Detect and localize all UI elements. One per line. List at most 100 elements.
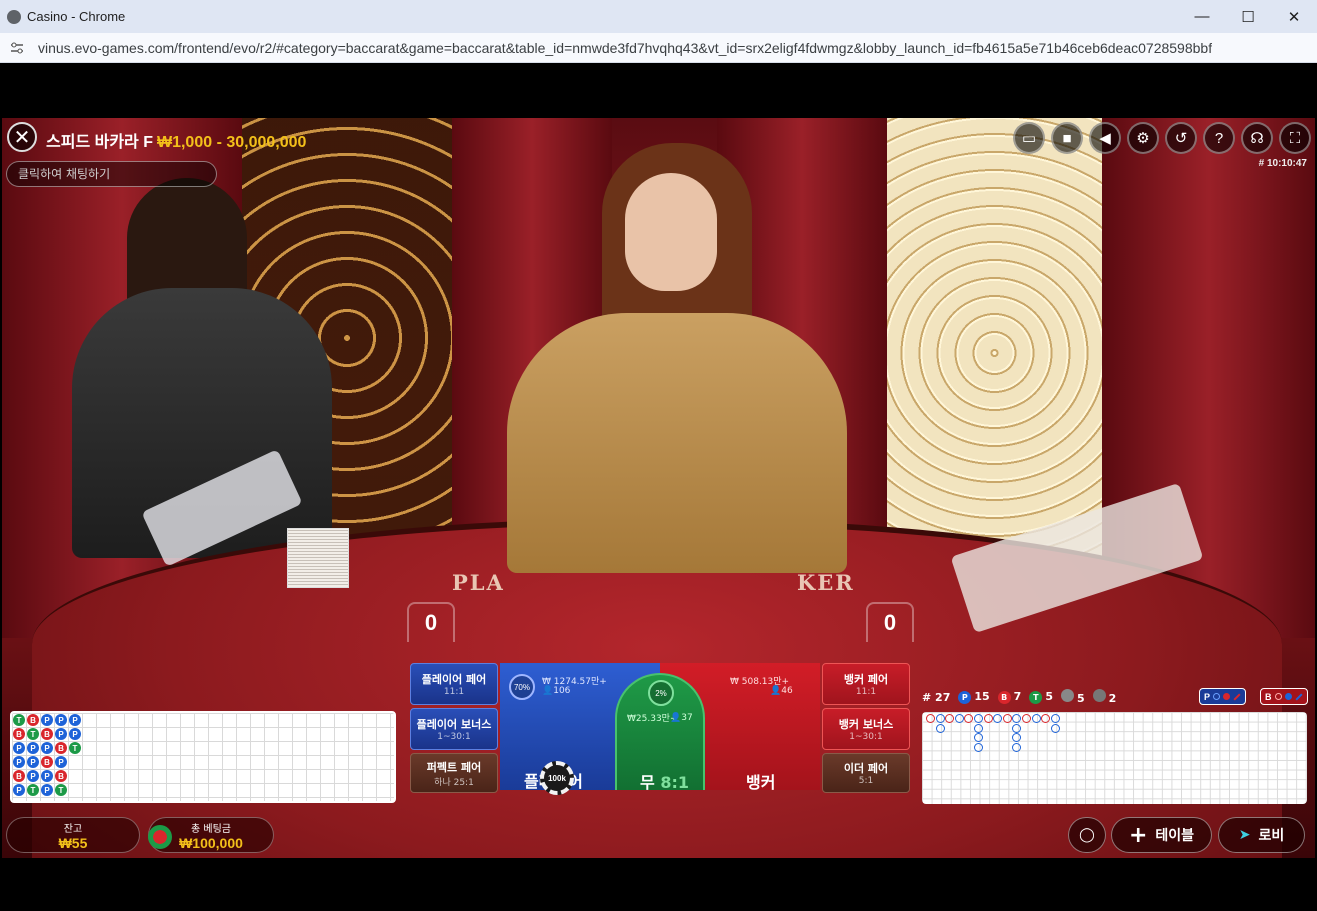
bead-B: B bbox=[41, 756, 53, 768]
support-icon[interactable]: ☊ bbox=[1241, 122, 1273, 154]
player-ring bbox=[935, 723, 945, 733]
volume-icon[interactable]: ◀ bbox=[1089, 122, 1121, 154]
window-titlebar: Casino - Chrome — ☐ ✕ bbox=[0, 0, 1317, 33]
tables-button[interactable]: + 테이블 bbox=[1111, 817, 1212, 853]
bead-B: B bbox=[55, 742, 67, 754]
bet-payout: 1~30:1 bbox=[437, 732, 471, 742]
plus-icon: + bbox=[1128, 822, 1148, 848]
big-road[interactable] bbox=[922, 712, 1307, 804]
bet-label: 플레이어 페어 bbox=[421, 673, 487, 686]
player-score: 0 bbox=[407, 602, 455, 642]
round-count: # 27 bbox=[922, 690, 951, 704]
bet-banker-pair[interactable]: 뱅커 페어 11:1 bbox=[822, 663, 910, 705]
chat-toggle-button[interactable]: ◯ bbox=[1068, 817, 1106, 853]
top-controls: ▭ ■ ◀ ⚙ ↺ ? ☊ ⛶ bbox=[1013, 122, 1311, 154]
banker-dot-icon: B bbox=[997, 691, 1011, 704]
pair-dot-icon bbox=[1060, 689, 1074, 702]
player-count: 106 bbox=[553, 686, 571, 696]
player-ring bbox=[1012, 714, 1022, 723]
url-text[interactable]: vinus.evo-games.com/frontend/evo/r2/#cat… bbox=[38, 40, 1212, 56]
table-name: 스피드 바카라 F bbox=[46, 134, 153, 151]
close-window-button[interactable]: ✕ bbox=[1271, 0, 1317, 33]
minimize-button[interactable]: — bbox=[1179, 0, 1225, 33]
tie-count: 37 bbox=[681, 713, 693, 723]
slash-icon bbox=[1233, 692, 1241, 701]
bead-T: T bbox=[69, 742, 81, 754]
lobby-arrow-icon: ➤ bbox=[1238, 827, 1251, 843]
player-ring bbox=[974, 742, 983, 752]
predict-banker-label: B bbox=[1265, 691, 1272, 702]
bet-banker-bonus[interactable]: 뱅커 보너스 1~30:1 bbox=[822, 708, 910, 750]
selected-chip[interactable]: 100k bbox=[540, 761, 574, 795]
player-predict-button[interactable]: P bbox=[1199, 688, 1247, 705]
ring-icon bbox=[1213, 693, 1221, 700]
lobby-button[interactable]: ➤ 로비 bbox=[1218, 817, 1305, 853]
bead-P: P bbox=[69, 728, 81, 740]
window-title: Casino - Chrome bbox=[27, 9, 126, 24]
banker-ring bbox=[1022, 714, 1031, 723]
tie-wins: T5 bbox=[1029, 690, 1053, 704]
bead-P: P bbox=[13, 756, 25, 768]
chat-icon[interactable]: ▭ bbox=[1013, 122, 1045, 154]
player-wins: P 15 bbox=[958, 690, 990, 704]
player-players-count: 👤106 bbox=[542, 686, 571, 696]
help-icon[interactable]: ? bbox=[1203, 122, 1235, 154]
tie-wins-value: 5 bbox=[1045, 690, 1053, 703]
round-id: # 10:10:47 bbox=[1258, 158, 1307, 169]
bead-T: T bbox=[27, 784, 39, 796]
pair-dot-icon bbox=[1092, 689, 1106, 702]
balance-label: 잔고 bbox=[63, 823, 83, 835]
banker-players-count: 👤46 bbox=[770, 686, 793, 696]
bet-payout: 11:1 bbox=[443, 687, 465, 697]
banker-ring bbox=[1002, 714, 1012, 723]
player-pair-value: 5 bbox=[1076, 692, 1085, 705]
bead-B: B bbox=[55, 770, 67, 782]
bet-payout: 5:1 bbox=[858, 776, 874, 786]
speech-bubble-icon: ◯ bbox=[1079, 827, 1095, 843]
player-pair-count: 5 bbox=[1060, 689, 1085, 705]
chat-input[interactable]: 클릭하여 채팅하기 bbox=[6, 161, 217, 187]
banker-ring bbox=[926, 714, 935, 723]
video-icon[interactable]: ■ bbox=[1051, 122, 1083, 154]
bead-road[interactable]: TBPPPBTBPPPPPBTPPBPBPPBPTPT bbox=[10, 711, 396, 803]
player-ring bbox=[1012, 733, 1022, 743]
banker-ring bbox=[945, 714, 955, 723]
bead-P: P bbox=[41, 770, 53, 782]
settings-gear-icon[interactable]: ⚙ bbox=[1127, 122, 1159, 154]
ring-icon bbox=[1274, 693, 1282, 700]
bet-player-bonus[interactable]: 플레이어 보너스 1~30:1 bbox=[410, 708, 498, 750]
address-bar[interactable]: vinus.evo-games.com/frontend/evo/r2/#cat… bbox=[0, 33, 1317, 63]
bead-P: P bbox=[55, 756, 67, 768]
bead-P: P bbox=[13, 742, 25, 754]
bet-label: 뱅커 보너스 bbox=[838, 718, 894, 731]
bead-T: T bbox=[13, 714, 25, 726]
bet-label: 퍼펙트 페어 bbox=[426, 760, 482, 774]
bet-label: 뱅커 페어 bbox=[843, 673, 889, 686]
banker-score: 0 bbox=[866, 602, 914, 642]
player-ring bbox=[974, 723, 983, 733]
player-ring bbox=[1050, 723, 1060, 733]
table-title: 스피드 바카라 F ₩1,000 - 30,000,000 bbox=[46, 128, 306, 152]
player-ring bbox=[974, 714, 983, 723]
banker-pair-count: 2 bbox=[1092, 689, 1116, 705]
bead-P: P bbox=[55, 728, 67, 740]
bead-B: B bbox=[41, 728, 53, 740]
player-ring bbox=[1031, 714, 1041, 723]
bet-perfect-pair[interactable]: 퍼펙트 페어 하나 25:1 bbox=[410, 753, 498, 793]
table-limits[interactable]: ₩1,000 - 30,000,000 bbox=[157, 134, 306, 151]
bead-B: B bbox=[13, 770, 25, 782]
bet-player-pair[interactable]: 플레이어 페어 11:1 bbox=[410, 663, 498, 705]
tie-dot-icon: T bbox=[1029, 691, 1043, 704]
history-icon[interactable]: ↺ bbox=[1165, 122, 1197, 154]
banker-ring bbox=[964, 714, 974, 723]
fullscreen-icon[interactable]: ⛶ bbox=[1279, 122, 1311, 154]
bead-P: P bbox=[13, 784, 25, 796]
maximize-button[interactable]: ☐ bbox=[1225, 0, 1271, 33]
player-wins-value: 15 bbox=[974, 690, 990, 703]
site-settings-icon[interactable] bbox=[10, 41, 24, 55]
bet-either-pair[interactable]: 이더 페어 5:1 bbox=[822, 753, 910, 793]
banker-predict-button[interactable]: B bbox=[1260, 688, 1308, 705]
slash-icon bbox=[1294, 692, 1303, 701]
banker-wins: B7 bbox=[997, 690, 1021, 704]
close-game-button[interactable]: ✕ bbox=[7, 122, 37, 152]
